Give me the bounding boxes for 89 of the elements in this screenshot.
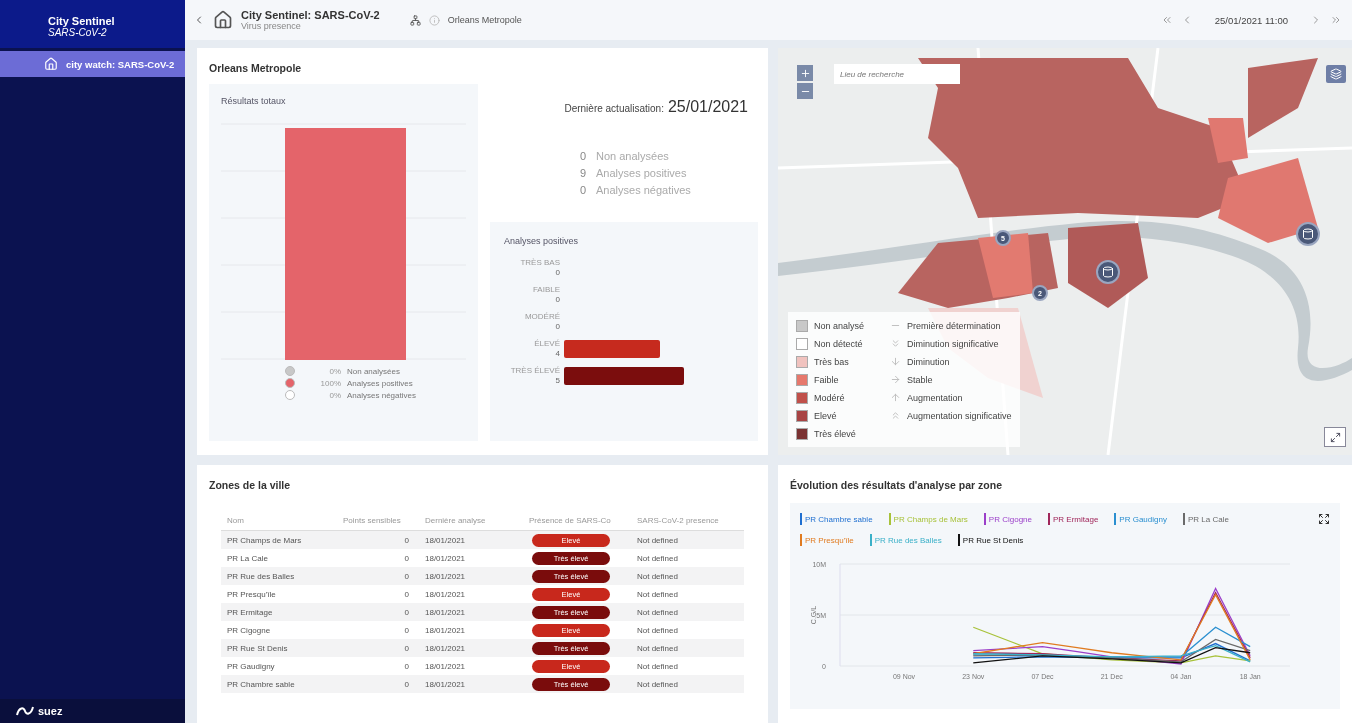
panel-title: Orleans Metropole <box>209 62 303 74</box>
table-cell-text: 0 <box>403 679 410 689</box>
panel-title: Évolution des résultats d'analyse par zone <box>790 479 1003 491</box>
table-cell-text: 18/01/2021 <box>424 607 467 617</box>
update-date: 25/01/2021 <box>667 98 748 116</box>
table-cell-text: 0 <box>403 625 410 635</box>
column-header: Présence de SARS-Co <box>528 516 612 525</box>
legend-label: Augmentation significative <box>907 410 1012 421</box>
table-cell-text: Not defined <box>636 679 679 689</box>
table-cell-text: 0 <box>403 607 410 617</box>
date-time: 25/01/2021 11:00 <box>1214 14 1288 26</box>
value-label: 0 <box>555 268 560 277</box>
legend-label: Première détermination <box>907 320 1001 331</box>
table-cell-text: Not defined <box>636 571 679 581</box>
table-cell-text: PR La Cale <box>226 553 269 563</box>
table-cell-text: 18/01/2021 <box>424 535 467 545</box>
table-cell-text: Not defined <box>636 589 679 599</box>
table-cell-text: PR Champs de Mars <box>226 535 303 545</box>
app-subtitle: SARS-CoV-2 <box>48 26 108 38</box>
legend-percent: 100% <box>319 378 341 388</box>
table-cell-text: PR Rue St Denis <box>226 643 289 653</box>
stat-count: 0 <box>578 150 586 162</box>
legend-label: Modéré <box>814 392 845 403</box>
legend-label: Non analysé <box>814 320 865 331</box>
panel-title: Zones de la ville <box>209 479 292 491</box>
app-title: City Sentinel <box>48 14 116 27</box>
card-title: Résultats totaux <box>221 96 287 106</box>
card-title: Analyses positives <box>504 236 580 246</box>
column-header: Nom <box>226 516 245 525</box>
stat-label: Non analysées <box>596 150 670 162</box>
page-subtitle: Virus presence <box>241 21 302 31</box>
legend-label: Analyses négatives <box>347 390 417 400</box>
legend-label: Diminution <box>907 356 950 367</box>
legend-label: Diminution significative <box>907 338 999 349</box>
value-label: 4 <box>555 349 560 358</box>
column-header: Dernière analyse <box>424 516 487 525</box>
table-cell-text: 0 <box>403 661 410 671</box>
stat-count: 9 <box>578 167 586 179</box>
axis-label: TRÈS BAS <box>520 258 560 267</box>
legend-label: Faible <box>814 374 839 385</box>
table-cell-text: PR Cigogne <box>226 625 272 635</box>
table-cell-text: Not defined <box>636 535 679 545</box>
table-cell-text: Not defined <box>636 607 679 617</box>
table-cell-text: PR Rue des Balles <box>226 571 296 581</box>
table-cell-text: 18/01/2021 <box>424 643 467 653</box>
legend-label: Augmentation <box>907 392 963 403</box>
table-cell-text: 18/01/2021 <box>424 679 467 689</box>
legend-percent: 0% <box>328 390 341 400</box>
table-cell-text: 18/01/2021 <box>424 553 467 563</box>
value-label: 0 <box>555 295 560 304</box>
legend-label: Très bas <box>814 356 849 367</box>
table-cell-text: 0 <box>403 571 410 581</box>
table-cell-text: PR Gaudigny <box>226 661 276 671</box>
column-header: Points sensibles <box>342 516 402 525</box>
value-label: 5 <box>555 376 560 385</box>
axis-label: TRÈS ÉLEVÉ <box>510 366 560 375</box>
legend-label: Non analysées <box>347 366 401 376</box>
table-cell-text: 18/01/2021 <box>424 625 467 635</box>
legend-label: Très élevé <box>814 428 856 439</box>
stat-label: Analyses négatives <box>596 184 692 196</box>
table-cell-text: 0 <box>403 643 410 653</box>
table-cell-text: Not defined <box>636 625 679 635</box>
stat-label: Analyses positives <box>596 167 688 179</box>
legend-label: Non détecté <box>814 338 863 349</box>
table-cell-text: Not defined <box>636 661 679 671</box>
logo-text: suez <box>38 705 63 717</box>
table-cell-text: 18/01/2021 <box>424 571 467 581</box>
legend-label: Analyses positives <box>347 378 414 388</box>
table-cell-text: 0 <box>403 589 410 599</box>
table-cell-text: PR Chambre sable <box>226 679 296 689</box>
value-label: 0 <box>555 322 560 331</box>
table-cell-text: PR Ermitage <box>226 607 274 617</box>
table-cell-text: 18/01/2021 <box>424 589 467 599</box>
page-title: City Sentinel: SARS-CoV-2 <box>241 9 380 21</box>
legend-percent: 0% <box>328 366 341 376</box>
axis-label: FAIBLE <box>532 285 560 294</box>
legend-label: Stable <box>907 374 933 385</box>
table-cell-text: 0 <box>403 553 410 563</box>
column-header: SARS-CoV-2 presence <box>636 516 720 525</box>
table-cell-text: Not defined <box>636 643 679 653</box>
axis-label: ÉLEVÉ <box>534 339 560 348</box>
table-cell-text: 0 <box>403 535 410 545</box>
legend-label: Elevé <box>814 410 837 421</box>
table-cell-text: Not defined <box>636 553 679 563</box>
update-label: Dernière actualisation: <box>564 103 664 114</box>
table-cell-text: 18/01/2021 <box>424 661 467 671</box>
stat-count: 0 <box>578 184 586 196</box>
table-cell-text: PR Presqu'île <box>226 589 277 599</box>
axis-label: MODÉRÉ <box>524 312 560 321</box>
